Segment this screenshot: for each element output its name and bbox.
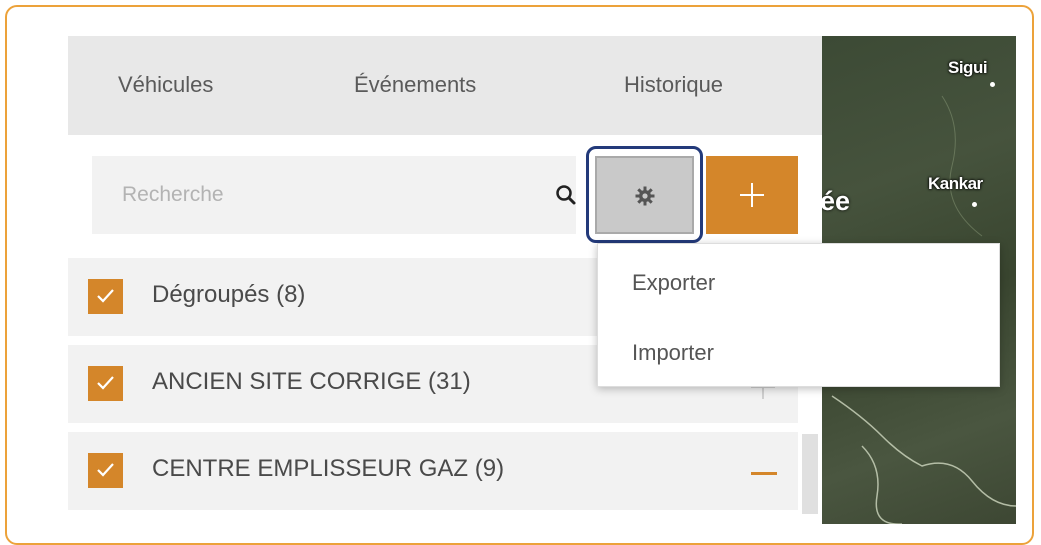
tab-evenements[interactable]: Événements [354, 72, 476, 98]
settings-dropdown-menu: Exporter Importer [597, 243, 1000, 387]
map-label-sigui: Sigui [948, 58, 988, 77]
map-label-kankar: Kankar [928, 174, 983, 193]
scrollbar[interactable] [802, 434, 818, 514]
map-marker [990, 82, 995, 87]
settings-button[interactable] [595, 156, 694, 234]
map-marker [972, 202, 977, 207]
check-icon [97, 289, 114, 303]
group-row[interactable]: CENTRE EMPLISSEUR GAZ (9) [68, 432, 798, 510]
group-checkbox[interactable] [88, 366, 123, 401]
tab-historique[interactable]: Historique [624, 72, 723, 98]
group-label: ANCIEN SITE CORRIGE (31) [152, 368, 471, 395]
tab-bar: Véhicules Événements Historique [68, 36, 822, 135]
map-label-country: ée [822, 186, 851, 216]
add-group-button[interactable] [706, 156, 798, 234]
tab-vehicules[interactable]: Véhicules [118, 72, 213, 98]
group-label: Dégroupés (8) [152, 281, 306, 308]
menu-item-exporter[interactable]: Exporter [632, 270, 715, 296]
menu-item-importer[interactable]: Importer [632, 340, 714, 366]
check-icon [97, 376, 114, 390]
gear-icon [635, 186, 655, 206]
group-checkbox[interactable] [88, 453, 123, 488]
search-icon[interactable] [554, 183, 578, 207]
search-input[interactable] [92, 156, 522, 234]
search-box [92, 156, 576, 234]
group-label: CENTRE EMPLISSEUR GAZ (9) [152, 455, 505, 482]
group-checkbox[interactable] [88, 279, 123, 314]
check-icon [97, 463, 114, 477]
collapse-icon[interactable] [751, 472, 777, 475]
